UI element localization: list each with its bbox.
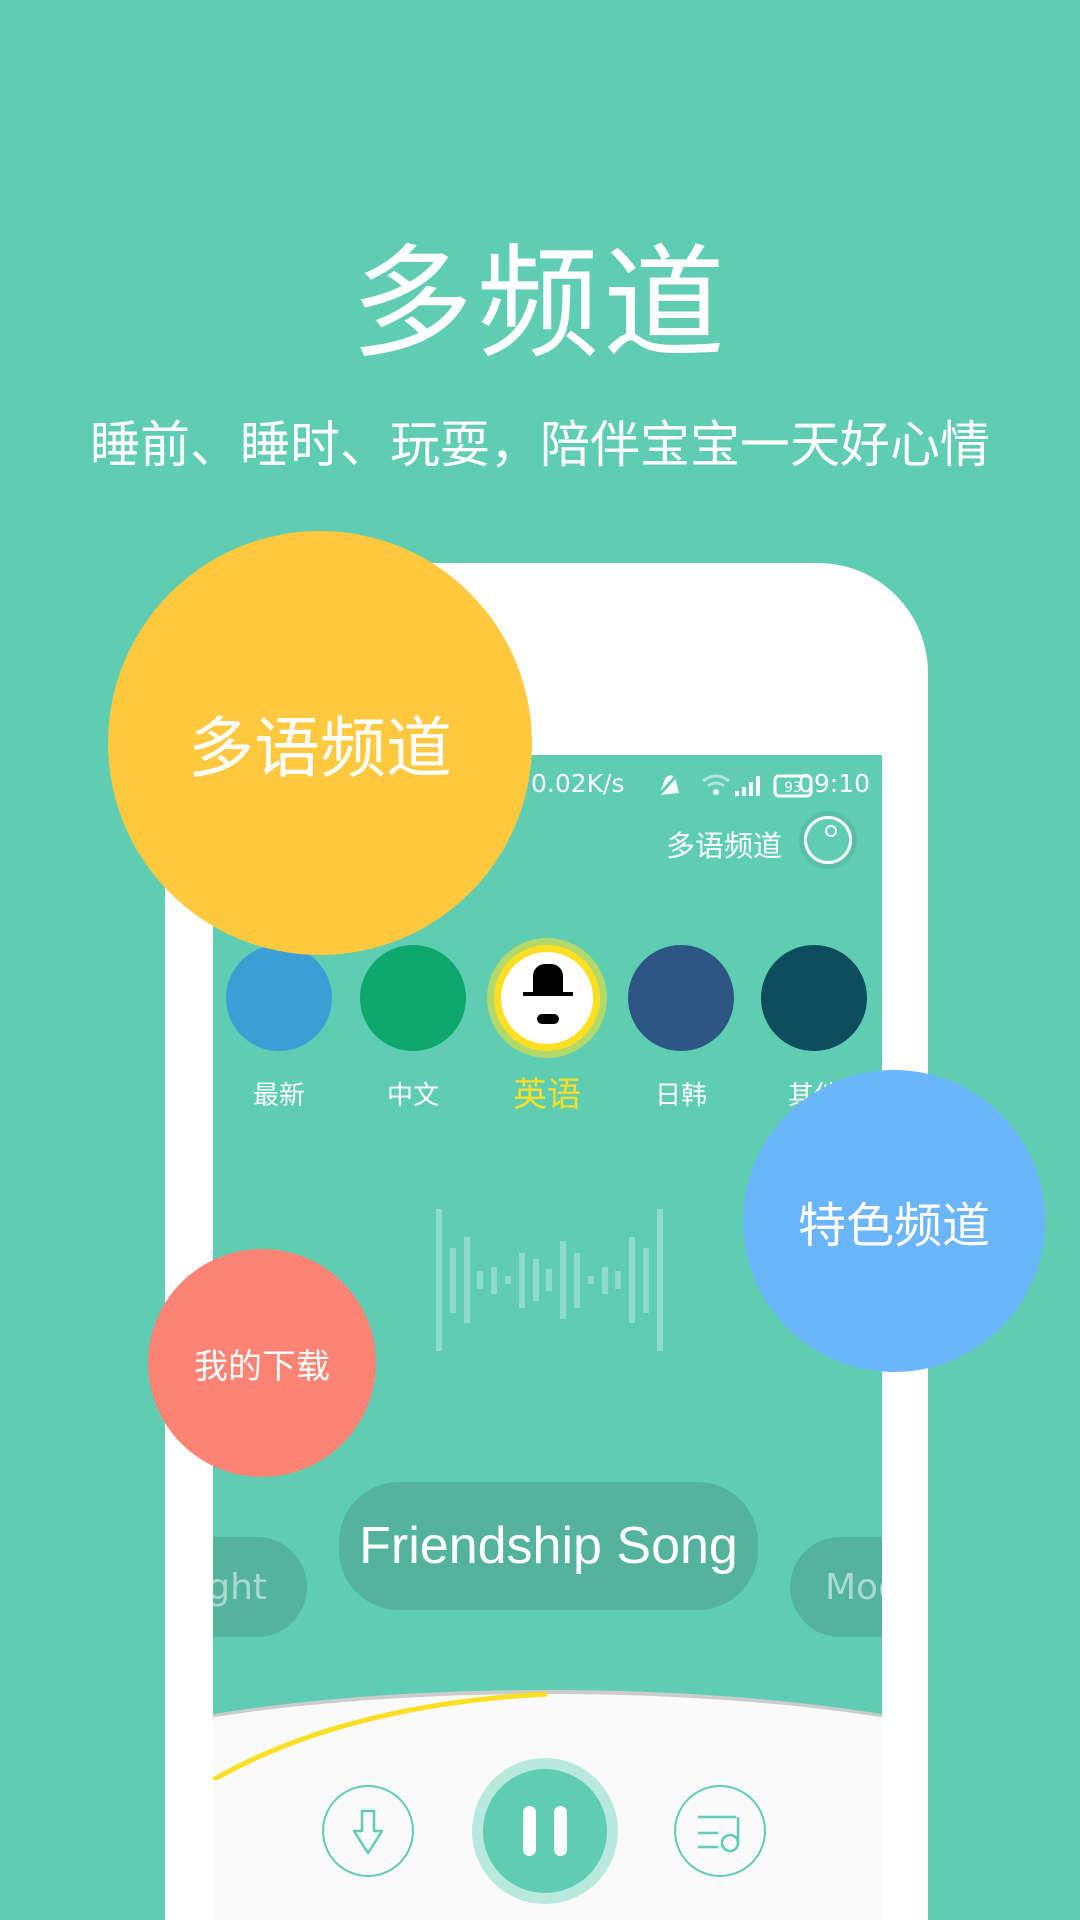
signal-icon xyxy=(735,776,760,796)
song-next-label: Moon xyxy=(825,1566,882,1608)
wave-bar xyxy=(629,1237,636,1323)
channel-label[interactable]: 日韩 xyxy=(616,1075,746,1112)
bubble-downloads-label: 我的下载 xyxy=(194,1346,330,1387)
channel-label[interactable]: 英语 xyxy=(482,1067,612,1116)
wave-bar xyxy=(574,1252,580,1308)
wave-bar xyxy=(436,1209,442,1351)
wave-bar xyxy=(560,1241,567,1319)
wave-bar xyxy=(449,1247,456,1313)
playlist-button[interactable] xyxy=(674,1785,766,1877)
clock: 09:10 xyxy=(797,769,870,798)
mode-toggle-icon[interactable] xyxy=(804,816,852,864)
bubble-multilang: 多语频道 xyxy=(108,531,532,955)
page-title: 多频道 xyxy=(351,233,729,375)
bubble-special: 特色频道 xyxy=(743,1070,1045,1372)
bubble-multilang-label: 多语频道 xyxy=(188,710,452,787)
wave-bar xyxy=(532,1259,539,1301)
song-current[interactable]: Friendship Song xyxy=(339,1482,758,1610)
progress-played xyxy=(213,1691,548,1780)
song-prev-label: Night xyxy=(213,1566,267,1608)
wave-bar xyxy=(477,1271,484,1289)
pause-icon xyxy=(523,1806,536,1856)
bubble-special-label: 特色频道 xyxy=(797,1198,990,1254)
wave-bar xyxy=(601,1266,608,1294)
pause-icon-bar xyxy=(554,1806,567,1856)
song-next[interactable]: Moon xyxy=(790,1537,882,1637)
channel-label[interactable]: 最新 xyxy=(214,1075,344,1112)
channel-label[interactable]: 中文 xyxy=(348,1075,478,1112)
wave-bar xyxy=(615,1271,622,1289)
wave-bar xyxy=(463,1237,470,1323)
download-button[interactable] xyxy=(322,1785,414,1877)
channel-title: 多语频道 xyxy=(665,829,782,863)
campfire-icon[interactable] xyxy=(226,945,332,1051)
frog-icon[interactable] xyxy=(761,945,867,1051)
song-current-label: Friendship Song xyxy=(359,1517,738,1575)
wifi-icon xyxy=(702,774,730,796)
wave-bar xyxy=(518,1252,525,1308)
wave-bar xyxy=(587,1276,594,1284)
wave-bar xyxy=(491,1266,498,1294)
song-prev[interactable]: Night xyxy=(213,1537,307,1637)
gentleman-hat-icon[interactable] xyxy=(494,945,600,1051)
mute-bell-icon xyxy=(655,771,681,799)
pause-button[interactable] xyxy=(472,1758,618,1904)
bubble-downloads: 我的下载 xyxy=(148,1249,376,1477)
playlist-icon xyxy=(698,1815,740,1853)
wave-bar xyxy=(656,1209,663,1351)
net-speed: 0.02K/s xyxy=(531,769,625,798)
wave-bar xyxy=(505,1276,511,1284)
download-icon xyxy=(352,1809,384,1855)
tiananmen-flag-icon[interactable] xyxy=(360,945,466,1051)
wave-bar xyxy=(546,1269,553,1291)
mount-fuji-icon[interactable] xyxy=(628,945,734,1051)
page-subtitle: 睡前、睡时、玩耍，陪伴宝宝一天好心情 xyxy=(90,416,990,474)
wave-bar xyxy=(643,1247,649,1313)
